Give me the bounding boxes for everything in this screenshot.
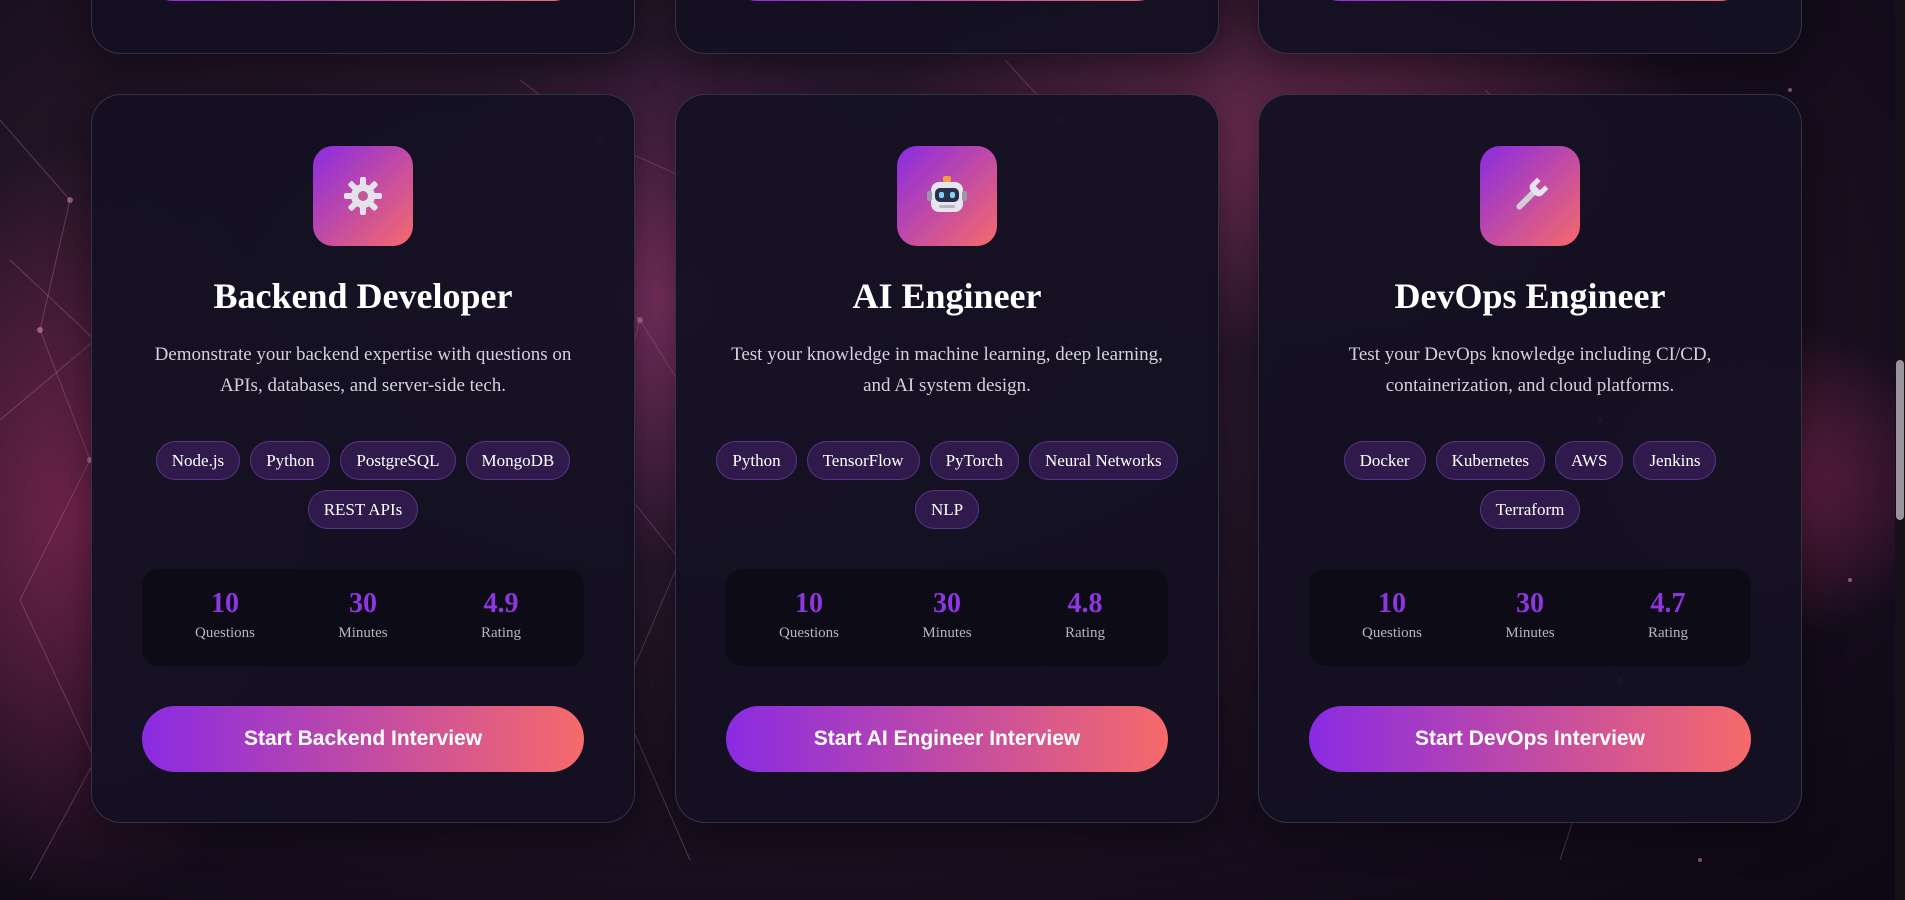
stat-label: Questions (195, 625, 255, 641)
card-description: Test your knowledge in machine learning,… (731, 344, 1163, 396)
stat-minutes: 30 Minutes (903, 589, 991, 666)
tech-tag: NLP (914, 490, 980, 529)
previous-row-card (1258, 0, 1802, 54)
tech-tag: TensorFlow (806, 441, 920, 480)
tech-tag: Node.js (155, 441, 241, 480)
previous-row-card (91, 0, 635, 54)
gear-icon (313, 146, 413, 246)
stat-value: 10 (1378, 588, 1406, 619)
stat-label: Minutes (338, 625, 388, 641)
devops-engineer-card: DevOps Engineer Test your DevOps knowled… (1258, 94, 1802, 823)
start-interview-button[interactable] (1310, 0, 1750, 1)
stat-rating: 4.9 Rating (457, 589, 545, 666)
tech-tag: Python (716, 441, 797, 480)
page-scrollbar[interactable] (1895, 0, 1905, 900)
robot-icon (897, 146, 997, 246)
card-description: Demonstrate your backend expertise with … (154, 344, 572, 396)
card-title: Backend Developer (213, 276, 513, 316)
stat-value: 10 (795, 588, 823, 619)
stat-questions: 10 Questions (181, 589, 269, 666)
stat-label: Rating (481, 625, 521, 641)
tech-tag: MongoDB (465, 441, 571, 480)
stat-questions: 10 Questions (765, 589, 853, 666)
stat-rating: 4.7 Rating (1624, 589, 1712, 666)
stat-value: 4.7 (1650, 588, 1686, 619)
start-interview-button[interactable] (143, 0, 583, 1)
stat-value: 30 (1516, 588, 1544, 619)
stats-panel: 10 Questions 30 Minutes 4.9 Rating (142, 569, 584, 666)
stat-label: Questions (1362, 625, 1422, 641)
stat-value: 4.9 (483, 588, 519, 619)
tech-tag: PyTorch (929, 441, 1019, 480)
start-interview-button[interactable] (727, 0, 1167, 1)
tech-tag: REST APIs (307, 490, 419, 529)
wrench-icon (1480, 146, 1580, 246)
interview-cards-grid: Backend Developer Demonstrate your backe… (0, 0, 1895, 900)
stat-label: Rating (1065, 625, 1105, 641)
stat-label: Minutes (922, 625, 972, 641)
stat-label: Rating (1648, 625, 1688, 641)
stat-minutes: 30 Minutes (319, 589, 407, 666)
stat-value: 30 (349, 588, 377, 619)
stat-label: Questions (779, 625, 839, 641)
stats-panel: 10 Questions 30 Minutes 4.8 Rating (726, 569, 1168, 666)
tech-tags: Docker Kubernetes AWS Jenkins Terraform (1299, 441, 1761, 529)
backend-developer-card: Backend Developer Demonstrate your backe… (91, 94, 635, 823)
stat-questions: 10 Questions (1348, 589, 1436, 666)
stats-panel: 10 Questions 30 Minutes 4.7 Rating (1309, 569, 1751, 666)
tech-tag: AWS (1555, 441, 1624, 480)
tech-tag: Docker (1343, 441, 1426, 480)
stat-minutes: 30 Minutes (1486, 589, 1574, 666)
start-devops-interview-button[interactable]: Start DevOps Interview (1309, 706, 1751, 772)
tech-tags: Node.js Python PostgreSQL MongoDB REST A… (132, 441, 594, 529)
ai-engineer-card: AI Engineer Test your knowledge in machi… (675, 94, 1219, 823)
tech-tags: Python TensorFlow PyTorch Neural Network… (716, 441, 1178, 529)
stat-value: 10 (211, 588, 239, 619)
scrollbar-thumb[interactable] (1896, 360, 1904, 520)
tech-tag: Jenkins (1633, 441, 1717, 480)
stat-value: 4.8 (1067, 588, 1103, 619)
card-title: AI Engineer (852, 276, 1042, 316)
tech-tag: PostgreSQL (340, 441, 456, 480)
card-title: DevOps Engineer (1394, 276, 1666, 316)
stat-value: 30 (933, 588, 961, 619)
stat-rating: 4.8 Rating (1041, 589, 1129, 666)
start-ai-engineer-interview-button[interactable]: Start AI Engineer Interview (726, 706, 1168, 772)
tech-tag: Terraform (1479, 490, 1581, 529)
start-backend-interview-button[interactable]: Start Backend Interview (142, 706, 584, 772)
card-description: Test your DevOps knowledge including CI/… (1348, 344, 1712, 396)
tech-tag: Kubernetes (1435, 441, 1546, 480)
tech-tag: Python (250, 441, 331, 480)
previous-row-card (675, 0, 1219, 54)
stat-label: Minutes (1505, 625, 1555, 641)
tech-tag: Neural Networks (1028, 441, 1178, 480)
